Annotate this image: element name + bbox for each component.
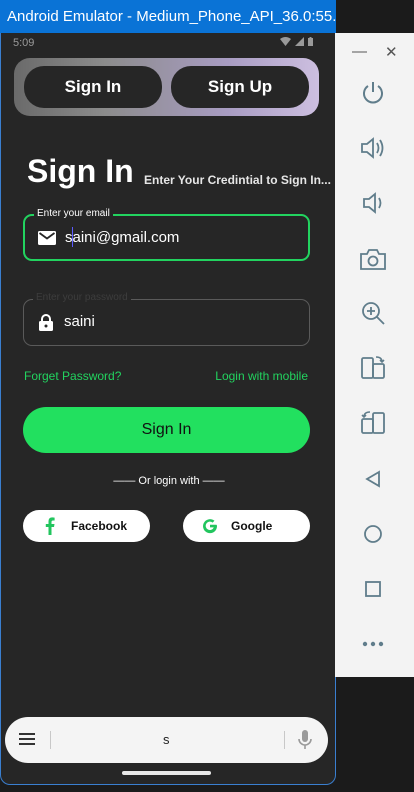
emulator-title-bar: Android Emulator - Medium_Phone_API_36.0… — [0, 0, 336, 33]
phone-screen: 5:09 Sign In Sign Up Sign In Enter Your … — [0, 33, 336, 785]
page-subtitle: Enter Your Credintial to Sign In... — [144, 173, 331, 187]
google-label: Google — [231, 519, 273, 533]
camera-icon[interactable] — [359, 245, 387, 273]
overview-icon[interactable] — [359, 575, 387, 603]
status-icons — [280, 37, 313, 46]
google-login-button[interactable]: Google — [183, 510, 310, 542]
page-title: Sign In — [27, 153, 134, 189]
keyboard-suggestion[interactable]: s — [163, 732, 170, 747]
auth-tab-switcher: Sign In Sign Up — [14, 58, 319, 116]
password-field-value[interactable]: saini — [64, 313, 95, 330]
divider — [50, 731, 51, 749]
more-options-icon[interactable] — [359, 630, 387, 658]
close-icon[interactable]: ✕ — [385, 43, 398, 61]
volume-up-icon[interactable] — [359, 134, 387, 162]
status-bar: 5:09 — [1, 33, 335, 53]
status-time: 5:09 — [13, 37, 35, 49]
home-icon[interactable] — [359, 520, 387, 548]
facebook-icon — [41, 516, 59, 536]
battery-icon — [308, 37, 313, 46]
emulator-side-toolbar: — ✕ — [335, 33, 414, 677]
email-field-label: Enter your email — [34, 208, 113, 219]
email-field-value[interactable]: saini@gmail.com — [65, 229, 179, 246]
volume-down-icon[interactable] — [359, 189, 387, 217]
mail-icon — [38, 231, 56, 245]
tab-sign-up[interactable]: Sign Up — [171, 66, 309, 108]
social-divider-text: —— Or login with —— — [113, 475, 225, 487]
rotate-right-icon[interactable] — [359, 409, 387, 437]
facebook-label: Facebook — [71, 519, 128, 533]
divider — [284, 731, 285, 749]
lock-icon — [39, 314, 53, 331]
keyboard-suggestion-bar: s — [5, 717, 328, 763]
back-icon[interactable] — [359, 465, 387, 493]
zoom-icon[interactable] — [359, 299, 387, 327]
sign-in-button[interactable]: Sign In — [23, 407, 310, 453]
password-field-label: Enter your password — [33, 292, 131, 303]
minimize-icon[interactable]: — — [352, 43, 367, 60]
email-field[interactable]: Enter your email saini@gmail.com — [23, 208, 310, 261]
google-icon — [201, 516, 219, 536]
signal-icon — [295, 37, 304, 46]
power-icon[interactable] — [359, 79, 387, 107]
rotate-left-icon[interactable] — [359, 354, 387, 382]
text-cursor — [72, 227, 73, 247]
login-with-mobile-link[interactable]: Login with mobile — [215, 369, 308, 383]
menu-icon[interactable] — [19, 733, 35, 748]
facebook-login-button[interactable]: Facebook — [23, 510, 150, 542]
wifi-icon — [280, 37, 291, 46]
forgot-password-link[interactable]: Forget Password? — [24, 369, 121, 383]
password-field[interactable]: Enter your password saini — [23, 292, 310, 346]
gesture-nav-bar[interactable] — [122, 771, 211, 775]
tab-sign-in[interactable]: Sign In — [24, 66, 162, 108]
microphone-icon[interactable] — [298, 730, 312, 750]
